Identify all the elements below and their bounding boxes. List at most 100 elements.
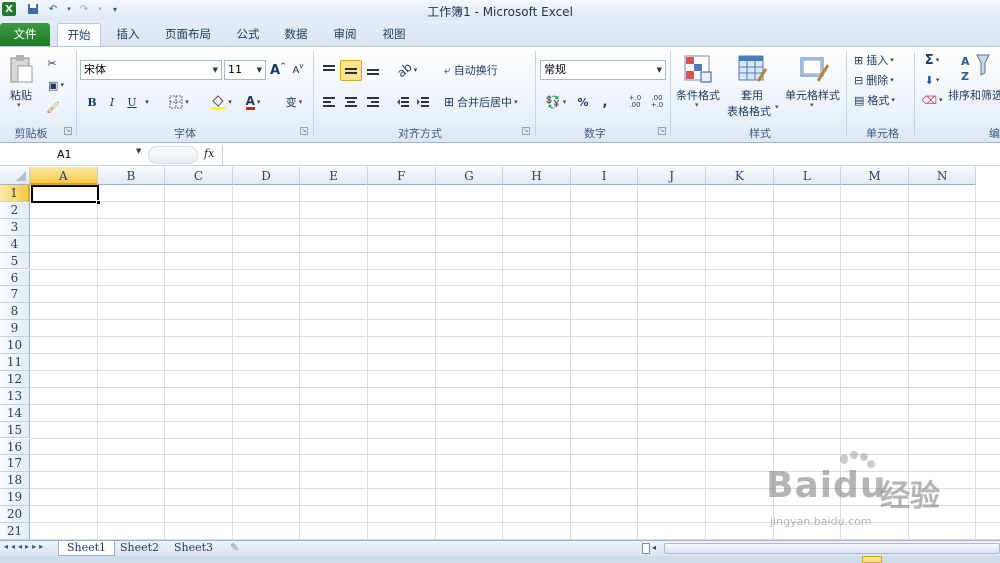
scroll-left-icon[interactable]: ◂: [652, 543, 656, 552]
row-header-11[interactable]: 11: [0, 354, 30, 371]
horizontal-scrollbar[interactable]: [664, 543, 1000, 554]
row-header-16[interactable]: 16: [0, 438, 30, 456]
sheet-tab-3[interactable]: Sheet3: [166, 541, 221, 556]
format-as-table-label-1[interactable]: 套用: [741, 87, 763, 103]
split-handle[interactable]: [642, 543, 650, 554]
column-header-g[interactable]: G: [435, 167, 504, 185]
column-header-f[interactable]: F: [368, 167, 436, 185]
conditional-formatting-icon[interactable]: [682, 53, 714, 85]
paste-dropdown-icon[interactable]: ▾: [17, 101, 21, 109]
tab-page-layout[interactable]: 页面布局: [158, 23, 218, 46]
cut-icon[interactable]: ✂: [44, 55, 60, 71]
row-header-7[interactable]: 7: [0, 286, 30, 304]
clear-button[interactable]: ⌫ ▾: [920, 92, 944, 108]
row-header-5[interactable]: 5: [0, 252, 30, 270]
row-header-9[interactable]: 9: [0, 320, 30, 338]
cell-styles-icon[interactable]: [798, 53, 830, 85]
align-left-icon[interactable]: [320, 93, 338, 111]
row-header-17[interactable]: 17: [0, 455, 30, 473]
row-header-2[interactable]: 2: [0, 201, 30, 219]
merge-center-button[interactable]: ⊞ 合并后居中 ▾: [444, 92, 530, 112]
chevron-down-icon[interactable]: ▾: [695, 101, 699, 109]
alignment-launcher-icon[interactable]: ↘: [522, 127, 530, 135]
insert-cells-button[interactable]: ⊞ 插入 ▾: [854, 52, 910, 68]
formula-input[interactable]: [222, 145, 1000, 165]
row-header-19[interactable]: 19: [0, 489, 30, 507]
format-cells-button[interactable]: ▤ 格式 ▾: [854, 92, 910, 108]
copy-icon[interactable]: ▣ ▾: [44, 77, 68, 93]
sort-filter-label[interactable]: 排序和筛选: [948, 87, 1000, 103]
chevron-down-icon[interactable]: ▼: [213, 61, 218, 79]
sheet-tab-1[interactable]: Sheet1: [58, 541, 116, 556]
row-header-1[interactable]: 1: [0, 185, 30, 202]
column-header-a[interactable]: A: [30, 167, 98, 185]
active-cell-a1[interactable]: [31, 185, 99, 203]
chevron-down-icon[interactable]: ▾: [775, 103, 779, 111]
row-header-3[interactable]: 3: [0, 218, 30, 236]
orientation-button[interactable]: ab ▾: [394, 60, 420, 80]
format-as-table-icon[interactable]: [736, 53, 768, 85]
align-top-icon[interactable]: [320, 61, 338, 79]
font-size-combo[interactable]: 11 ▼: [224, 60, 266, 80]
column-header-j[interactable]: J: [638, 167, 706, 185]
column-header-e[interactable]: E: [300, 167, 368, 185]
insert-function-button[interactable]: fx: [204, 147, 214, 160]
row-header-15[interactable]: 15: [0, 421, 30, 439]
column-header-i[interactable]: I: [570, 167, 639, 185]
tab-view[interactable]: 视图: [374, 23, 414, 46]
formula-bar-divider[interactable]: [148, 146, 198, 164]
comma-style-button[interactable]: ,: [596, 93, 614, 111]
fill-color-button[interactable]: ▾: [206, 93, 236, 111]
increase-decimal-button[interactable]: +.0 .00: [624, 93, 646, 111]
row-header-10[interactable]: 10: [0, 337, 30, 354]
grow-font-button[interactable]: A ^: [270, 61, 286, 79]
row-header-12[interactable]: 12: [0, 370, 30, 388]
delete-cells-button[interactable]: ⊟ 删除 ▾: [854, 72, 910, 88]
name-box-dropdown-icon[interactable]: ▼: [136, 147, 141, 155]
percent-style-button[interactable]: %: [574, 93, 592, 111]
column-header-k[interactable]: K: [706, 167, 774, 185]
clipboard-launcher-icon[interactable]: ↘: [64, 127, 72, 135]
underline-dropdown-icon[interactable]: ▾: [142, 93, 152, 111]
column-header-c[interactable]: C: [165, 167, 233, 185]
column-header-l[interactable]: L: [773, 167, 842, 185]
font-name-combo[interactable]: 宋体 ▼: [80, 60, 222, 80]
italic-button[interactable]: I: [104, 93, 120, 111]
column-header-b[interactable]: B: [97, 167, 166, 185]
row-header-8[interactable]: 8: [0, 303, 30, 321]
row-header-6[interactable]: 6: [0, 269, 30, 287]
autosum-button[interactable]: Σ ▾: [920, 52, 944, 68]
sheet-tab-2[interactable]: Sheet2: [112, 541, 167, 556]
font-color-button[interactable]: A ▾: [238, 93, 268, 111]
borders-button[interactable]: ▾: [165, 93, 193, 111]
chevron-down-icon[interactable]: ▼: [657, 61, 662, 79]
align-center-icon[interactable]: [342, 93, 360, 111]
chevron-down-icon[interactable]: ▼: [257, 61, 262, 79]
phonetic-guide-button[interactable]: 变 ▾: [280, 93, 308, 111]
tab-formulas[interactable]: 公式: [228, 23, 268, 46]
tab-insert[interactable]: 插入: [108, 23, 148, 46]
underline-button[interactable]: U: [124, 93, 140, 111]
shrink-font-button[interactable]: Av: [290, 61, 306, 79]
row-header-18[interactable]: 18: [0, 472, 30, 490]
row-header-4[interactable]: 4: [0, 235, 30, 253]
wrap-text-button[interactable]: ⤶ 自动换行: [444, 60, 510, 80]
tab-file[interactable]: 文件: [0, 23, 50, 46]
align-bottom-icon[interactable]: [364, 61, 382, 79]
name-box[interactable]: A1: [2, 146, 146, 164]
tab-data[interactable]: 数据: [276, 23, 316, 46]
worksheet-grid[interactable]: ABCDEFGHIJKLMN 1 2 3 4 5 6 7 8 9 10 11 12 13 14 15 16 17…: [0, 167, 1000, 540]
align-middle-icon[interactable]: [340, 60, 362, 81]
tab-review[interactable]: 审阅: [325, 23, 365, 46]
format-as-table-label-2[interactable]: 表格格式: [727, 103, 771, 119]
fill-button[interactable]: ⬇ ▾: [920, 72, 944, 88]
row-header-13[interactable]: 13: [0, 387, 30, 405]
insert-sheet-icon[interactable]: ✎: [230, 541, 239, 554]
select-all-corner[interactable]: [0, 167, 30, 185]
fill-handle[interactable]: [96, 200, 101, 205]
number-launcher-icon[interactable]: ↘: [658, 127, 666, 135]
column-header-m[interactable]: M: [841, 167, 909, 185]
tab-home[interactable]: 开始: [57, 23, 101, 46]
row-header-21[interactable]: 21: [0, 523, 30, 540]
increase-indent-icon[interactable]: [414, 93, 432, 111]
